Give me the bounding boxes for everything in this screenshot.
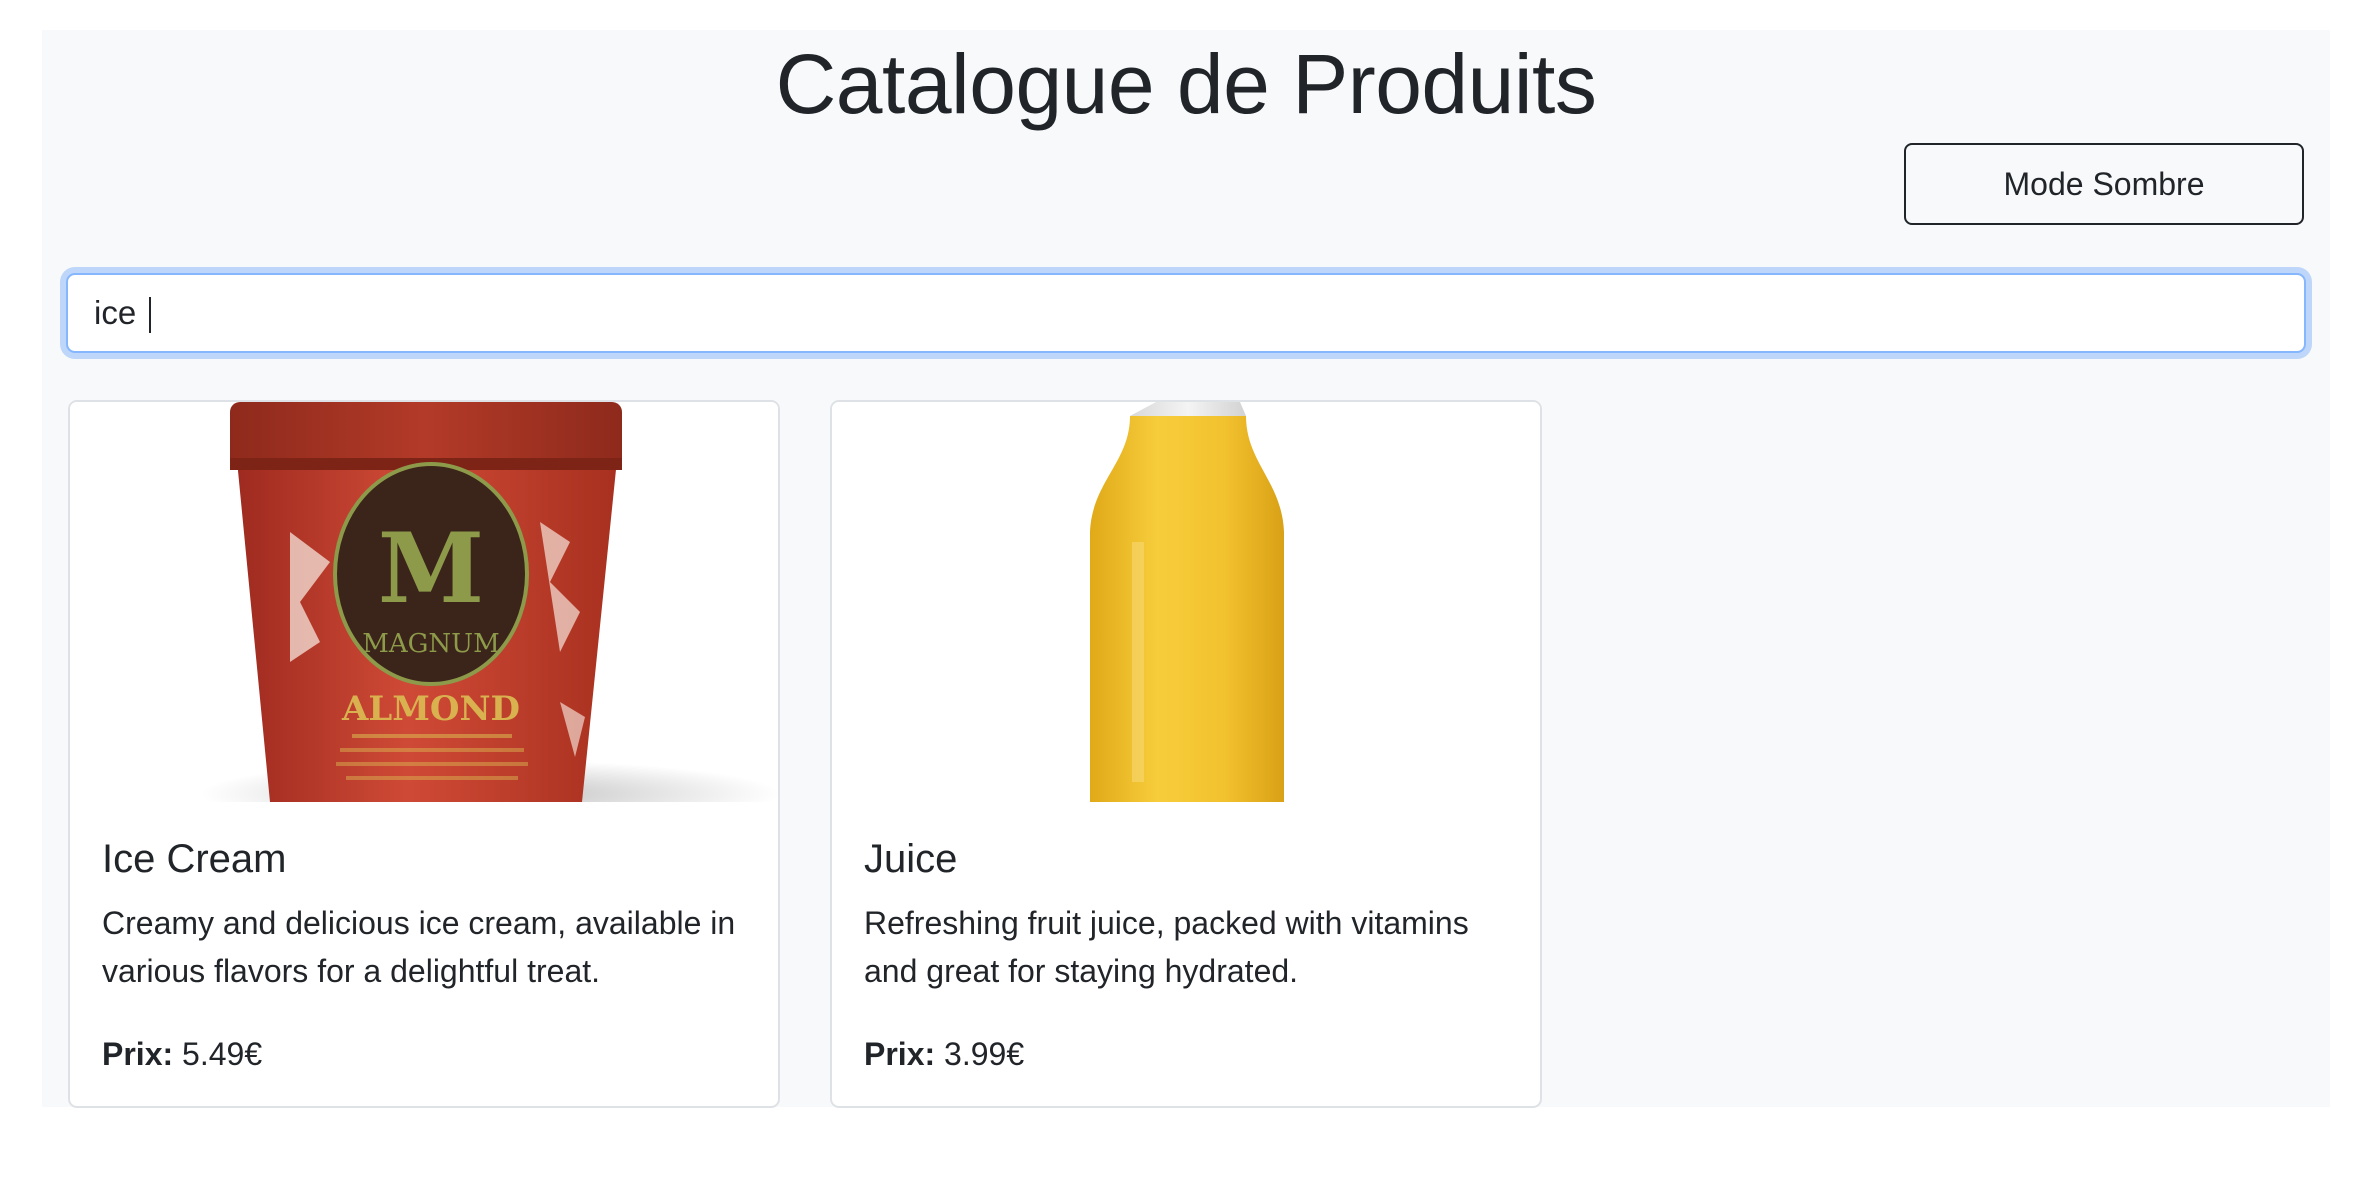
product-name: Ice Cream	[102, 837, 287, 881]
svg-text:ALMOND: ALMOND	[341, 689, 520, 729]
catalogue-page: Catalogue de Produits Mode Sombre ice M …	[42, 30, 2330, 1108]
search-input[interactable]	[68, 275, 2304, 351]
product-name: Juice	[864, 837, 958, 881]
svg-text:MAGNUM: MAGNUM	[362, 629, 499, 659]
price-value: 3.99€	[944, 1036, 1025, 1072]
product-price: Prix: 3.99€	[864, 1030, 1024, 1078]
dark-mode-button[interactable]: Mode Sombre	[1904, 143, 2304, 225]
search-field[interactable]	[66, 273, 2306, 353]
page-title: Catalogue de Produits	[775, 37, 1597, 131]
price-value: 5.49€	[182, 1036, 263, 1072]
text-caret	[149, 297, 151, 333]
price-label: Prix:	[102, 1036, 174, 1072]
product-card-juice[interactable]: Juice Refreshing fruit juice, packed wit…	[830, 400, 1542, 1108]
product-description: Refreshing fruit juice, packed with vita…	[864, 905, 1469, 989]
ice-cream-tub-image: M MAGNUM ALMOND	[70, 402, 778, 828]
product-card-ice-cream[interactable]: M MAGNUM ALMOND Ice Cream Creamy and del…	[68, 400, 780, 1108]
svg-text:M: M	[378, 512, 484, 625]
juice-bottle-image	[832, 402, 1540, 802]
product-description: Creamy and delicious ice cream, availabl…	[102, 905, 736, 989]
price-label: Prix:	[864, 1036, 936, 1072]
product-price: Prix: 5.49€	[102, 1030, 262, 1078]
